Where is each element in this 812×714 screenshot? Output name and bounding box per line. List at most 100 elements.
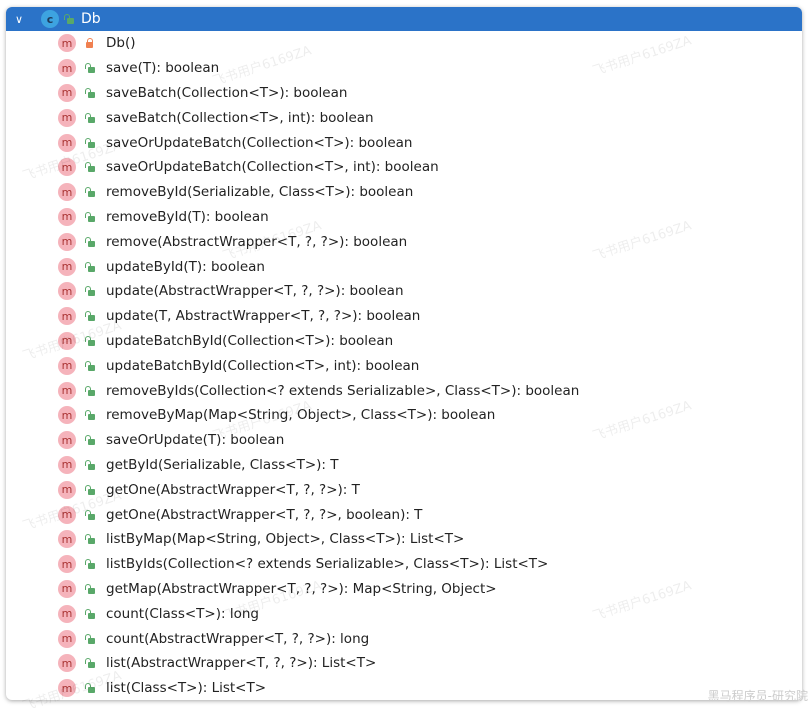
method-item[interactable]: m count(AbstractWrapper<T, ?, ?>): long [6, 626, 802, 651]
public-lock-icon [84, 484, 96, 496]
method-icon: m [58, 34, 76, 53]
public-lock-icon [84, 62, 96, 74]
method-icon: m [58, 555, 76, 574]
method-item[interactable]: m saveOrUpdateBatch(Collection<T>, int): … [6, 155, 802, 180]
public-lock-icon [84, 310, 96, 322]
method-item[interactable]: m saveOrUpdateBatch(Collection<T>): boole… [6, 130, 802, 155]
public-lock-icon [84, 161, 96, 173]
public-lock-icon [63, 13, 75, 25]
method-icon: m [58, 282, 76, 301]
footer-watermark: 黑马程序员-研究院 [707, 689, 808, 703]
method-item[interactable]: m removeByMap(Map<String, Object>, Class<… [6, 403, 802, 428]
class-node-db[interactable]: ∨ c Db [6, 7, 802, 31]
method-item[interactable]: m list(Class<T>): List<T> [6, 676, 802, 700]
method-label: removeByIds(Collection<? extends Seriali… [106, 382, 580, 399]
method-icon: m [58, 331, 76, 350]
method-item[interactable]: m update(T, AbstractWrapper<T, ?, ?>): bo… [6, 304, 802, 329]
method-icon: m [58, 257, 76, 276]
public-lock-icon [84, 509, 96, 521]
method-label: getMap(AbstractWrapper<T, ?, ?>): Map<St… [106, 580, 497, 597]
method-label: list(AbstractWrapper<T, ?, ?>): List<T> [106, 655, 377, 672]
method-item[interactable]: m removeById(Serializable, Class<T>): boo… [6, 180, 802, 205]
method-icon: m [58, 59, 76, 78]
public-lock-icon [84, 657, 96, 669]
public-lock-icon [84, 583, 96, 595]
method-label: updateById(T): boolean [106, 258, 265, 275]
class-name: Db [81, 11, 101, 27]
public-lock-icon [84, 87, 96, 99]
method-label: removeById(Serializable, Class<T>): bool… [106, 184, 414, 201]
method-icon: m [58, 108, 76, 127]
method-item[interactable]: m Db() [6, 31, 802, 56]
method-label: count(AbstractWrapper<T, ?, ?>): long [106, 630, 370, 647]
method-label: count(Class<T>): long [106, 605, 259, 622]
method-label: getOne(AbstractWrapper<T, ?, ?>, boolean… [106, 506, 423, 523]
method-icon: m [58, 381, 76, 400]
method-icon: m [58, 654, 76, 673]
public-lock-icon [84, 608, 96, 620]
public-lock-icon [84, 459, 96, 471]
private-lock-icon [84, 37, 96, 49]
public-lock-icon [84, 558, 96, 570]
method-item[interactable]: m listByIds(Collection<? extends Serializ… [6, 552, 802, 577]
method-label: updateBatchById(Collection<T>): boolean [106, 332, 394, 349]
method-item[interactable]: m updateBatchById(Collection<T>, int): bo… [6, 353, 802, 378]
method-icon: m [58, 604, 76, 623]
structure-panel: ∨ c Db m Db() m save(T): boolean m saveBatch(… [6, 7, 802, 700]
public-lock-icon [84, 633, 96, 645]
method-item[interactable]: m count(Class<T>): long [6, 601, 802, 626]
public-lock-icon [84, 533, 96, 545]
public-lock-icon [84, 211, 96, 223]
method-label: getById(Serializable, Class<T>): T [106, 456, 339, 473]
method-item[interactable]: m getOne(AbstractWrapper<T, ?, ?>, boolea… [6, 502, 802, 527]
method-icon: m [58, 356, 76, 375]
class-icon: c [41, 10, 59, 28]
method-icon: m [58, 406, 76, 425]
method-icon: m [58, 183, 76, 202]
method-icon: m [58, 505, 76, 524]
method-item[interactable]: m update(AbstractWrapper<T, ?, ?>): boole… [6, 279, 802, 304]
public-lock-icon [84, 236, 96, 248]
method-item[interactable]: m getOne(AbstractWrapper<T, ?, ?>): T [6, 477, 802, 502]
method-icon: m [58, 455, 76, 474]
method-icon: m [58, 629, 76, 648]
method-item[interactable]: m getMap(AbstractWrapper<T, ?, ?>): Map<S… [6, 577, 802, 602]
method-label: saveOrUpdateBatch(Collection<T>, int): b… [106, 159, 439, 176]
public-lock-icon [84, 112, 96, 124]
public-lock-icon [84, 186, 96, 198]
chevron-down-icon[interactable]: ∨ [15, 13, 27, 26]
method-item[interactable]: m list(AbstractWrapper<T, ?, ?>): List<T> [6, 651, 802, 676]
method-label: remove(AbstractWrapper<T, ?, ?>): boolea… [106, 233, 408, 250]
method-label: removeById(T): boolean [106, 208, 269, 225]
method-label: saveOrUpdateBatch(Collection<T>): boolea… [106, 134, 413, 151]
method-item[interactable]: m updateById(T): boolean [6, 254, 802, 279]
method-icon: m [58, 158, 76, 177]
method-item[interactable]: m save(T): boolean [6, 56, 802, 81]
method-label: saveBatch(Collection<T>): boolean [106, 84, 348, 101]
method-icon: m [58, 83, 76, 102]
method-item[interactable]: m listByMap(Map<String, Object>, Class<T>… [6, 527, 802, 552]
method-label: update(T, AbstractWrapper<T, ?, ?>): boo… [106, 308, 421, 325]
method-item[interactable]: m saveBatch(Collection<T>, int): boolean [6, 105, 802, 130]
public-lock-icon [84, 137, 96, 149]
public-lock-icon [84, 360, 96, 372]
method-icon: m [58, 679, 76, 698]
method-label: Db() [106, 35, 136, 52]
method-label: update(AbstractWrapper<T, ?, ?>): boolea… [106, 283, 404, 300]
method-label: listByMap(Map<String, Object>, Class<T>)… [106, 531, 465, 548]
method-icon: m [58, 530, 76, 549]
method-label: removeByMap(Map<String, Object>, Class<T… [106, 407, 496, 424]
method-item[interactable]: m getById(Serializable, Class<T>): T [6, 453, 802, 478]
public-lock-icon [84, 682, 96, 694]
method-icon: m [58, 579, 76, 598]
public-lock-icon [84, 409, 96, 421]
public-lock-icon [84, 285, 96, 297]
method-item[interactable]: m saveOrUpdate(T): boolean [6, 428, 802, 453]
method-item[interactable]: m removeByIds(Collection<? extends Serial… [6, 378, 802, 403]
method-item[interactable]: m removeById(T): boolean [6, 205, 802, 230]
method-icon: m [58, 480, 76, 499]
method-label: list(Class<T>): List<T> [106, 680, 267, 697]
method-item[interactable]: m updateBatchById(Collection<T>): boolean [6, 329, 802, 354]
method-item[interactable]: m saveBatch(Collection<T>): boolean [6, 81, 802, 106]
method-item[interactable]: m remove(AbstractWrapper<T, ?, ?>): boole… [6, 229, 802, 254]
